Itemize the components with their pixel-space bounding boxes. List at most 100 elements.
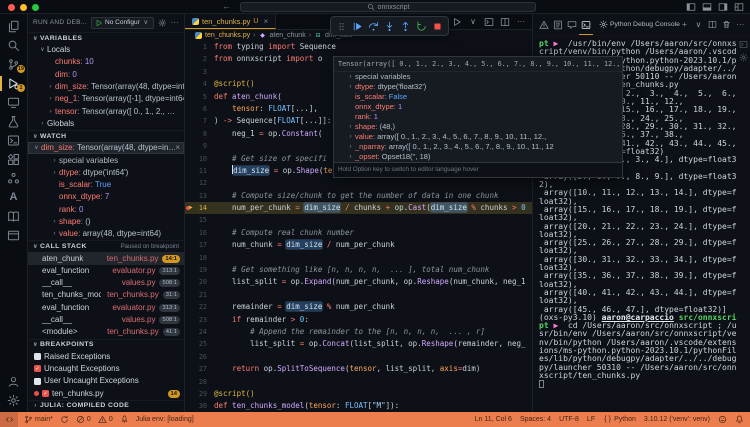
remote-indicator[interactable] — [0, 412, 18, 427]
panel-tab[interactable] — [551, 14, 565, 35]
status-bar-item[interactable] — [120, 415, 129, 424]
variable-row[interactable]: › neg_1 : Tensor(array([-1], dtype=int64… — [28, 93, 184, 105]
tab-ten-chunks[interactable]: ten_chunks.py U × — [185, 14, 276, 29]
breakpoint-checkbox[interactable]: ✓ — [42, 390, 49, 397]
stack-frame-row[interactable]: __call__ values.py 508:1 — [28, 314, 184, 326]
panel-tab[interactable] — [565, 14, 579, 35]
terminal-side-icon[interactable] — [739, 53, 748, 62]
watch-child-row[interactable]: onnx_dtype : 7 — [28, 191, 184, 203]
locals-group[interactable]: ∨ Locals — [28, 44, 184, 56]
status-bar-item[interactable] — [60, 415, 69, 424]
activity-bar-item[interactable] — [0, 169, 27, 188]
code-line[interactable]: 23 if remainder > 0: — [185, 314, 532, 326]
stack-frame-row[interactable]: __call__ values.py 508:1 — [28, 277, 184, 289]
code-line[interactable]: 19 # Get something like [n, n, n, n, ...… — [185, 264, 532, 276]
code-line[interactable]: 18 — [185, 252, 532, 264]
watch-child-row[interactable]: › special variables — [28, 154, 184, 166]
gutter[interactable]: 25 — [185, 338, 207, 350]
back-icon[interactable]: ← — [222, 1, 231, 11]
debug-toolbar-button[interactable] — [352, 21, 363, 32]
layout-toggle-icon[interactable] — [702, 2, 712, 12]
gutter[interactable]: ▶ 14 — [185, 202, 207, 214]
code-line[interactable]: 13 # Compute size/chunk to get the numbe… — [185, 190, 532, 202]
gutter[interactable]: 12 — [185, 177, 207, 189]
panel-action-icon[interactable] — [722, 20, 731, 29]
close-window-button[interactable] — [8, 4, 15, 11]
panel-tab[interactable] — [579, 14, 593, 35]
gear-icon[interactable] — [158, 18, 167, 28]
watch-child-row[interactable]: is_scalar : True — [28, 179, 184, 191]
breakpoint-row[interactable]: ✓ ten_chunks.py 14 — [28, 387, 184, 399]
debug-toolbar-button[interactable] — [416, 21, 427, 32]
gutter[interactable]: 3 — [185, 66, 207, 78]
variable-row[interactable]: › dim_size : Tensor(array(48, dtype=int6… — [28, 81, 184, 93]
code-line[interactable]: 30 def ten_chunks_model(tensor: FLOAT["M… — [185, 400, 532, 412]
hover-property-row[interactable]: › shape : (48,) — [334, 122, 622, 132]
remove-watch-icon[interactable]: × — [175, 142, 184, 154]
status-bar-item[interactable]: 0 — [76, 415, 91, 424]
breakpoint-checkbox[interactable]: ✓ — [34, 365, 41, 372]
status-bar-item[interactable]: UTF-8 — [559, 416, 579, 423]
code-line[interactable]: 15 — [185, 214, 532, 226]
watch-child-row[interactable]: › value : array(48, dtype=int64) — [28, 228, 184, 240]
status-bar-item[interactable]: Ln 11, Col 6 — [475, 416, 512, 423]
gutter[interactable]: 22 — [185, 301, 207, 313]
breakpoint-row[interactable]: User Uncaught Exceptions — [28, 375, 184, 387]
gutter[interactable]: 21 — [185, 289, 207, 301]
debug-toolbar-button[interactable] — [400, 21, 411, 32]
code-line[interactable]: 25 list_split = op.Concat(list_split, op… — [185, 338, 532, 350]
variable-row[interactable]: dim : 0 — [28, 69, 184, 81]
layout-toggle-icon[interactable] — [718, 2, 728, 12]
watch-expression-row[interactable]: ∨ dim_size : Tensor(array(48, dtype=in… … — [28, 142, 184, 154]
debug-toolbar-button[interactable] — [368, 21, 379, 32]
watch-child-row[interactable]: › dtype : dtype('int64') — [28, 167, 184, 179]
watch-child-row[interactable]: rank : 0 — [28, 204, 184, 216]
gutter[interactable]: 19 — [185, 264, 207, 276]
activity-bar-item[interactable] — [0, 93, 27, 112]
hover-property-row[interactable]: › _nparray : array([ 0., 1., 2., 3., 4.,… — [334, 142, 622, 152]
gutter[interactable]: 26 — [185, 351, 207, 363]
layout-toggle-icon[interactable] — [686, 2, 696, 12]
hover-property-row[interactable]: › special variables — [334, 72, 622, 82]
activity-bar-item[interactable] — [0, 112, 27, 131]
code-line[interactable]: 20 list_split = op.Expand(num_per_chunk,… — [185, 276, 532, 288]
watch-header[interactable]: ∨ WATCH — [28, 130, 184, 142]
code-line[interactable]: ▶ 14 num_per_chunk = dim_size / chunks +… — [185, 202, 532, 214]
gutter[interactable]: 9 — [185, 140, 207, 152]
status-bar-item[interactable]: LF — [587, 416, 595, 423]
gutter[interactable]: 28 — [185, 376, 207, 388]
activity-bar-item[interactable] — [0, 150, 27, 169]
editor-action-icon[interactable] — [500, 17, 510, 27]
activity-bar-item[interactable] — [0, 131, 27, 150]
stack-frame-row[interactable]: <module> ten_chunks.py 41:1 — [28, 326, 184, 338]
gutter[interactable]: 2 — [185, 53, 207, 65]
command-center-search[interactable]: onnxscript — [240, 2, 536, 12]
activity-bar-item[interactable] — [0, 17, 27, 36]
close-tab-icon[interactable]: × — [263, 17, 268, 26]
activity-bar-item[interactable]: A — [0, 188, 27, 207]
hover-property-row[interactable]: › _opset : Opset18('', 18) — [334, 152, 622, 162]
call-stack-header[interactable]: ∨ CALL STACK Paused on breakpoint — [28, 240, 184, 252]
stack-frame-row[interactable]: eval_function evaluator.py 313:1 — [28, 302, 184, 314]
status-bar-item[interactable]: { } Python — [603, 415, 636, 424]
minimize-window-button[interactable] — [20, 4, 27, 11]
code-line[interactable]: 21 — [185, 289, 532, 301]
stack-frame-row[interactable]: aten_chunk ten_chunks.py 14:1 — [28, 252, 184, 264]
status-bar-item[interactable] — [735, 415, 744, 424]
gutter[interactable]: 23 — [185, 314, 207, 326]
status-bar-item[interactable] — [718, 415, 727, 424]
status-bar-item[interactable]: 0 — [98, 415, 113, 424]
stack-frame-row[interactable]: ten_chunks_model ten_chunks.py 31:1 — [28, 289, 184, 301]
status-bar-item[interactable]: main* — [24, 415, 53, 424]
watch-child-row[interactable]: › shape : () — [28, 216, 184, 228]
code-line[interactable]: 24 # Append the remainder to the [n, n, … — [185, 326, 532, 338]
traffic-lights[interactable] — [8, 4, 39, 11]
panel-action-icon[interactable]: ∨ — [694, 20, 703, 29]
variable-row[interactable]: chunks : 10 — [28, 56, 184, 68]
editor-action-icon[interactable]: ∨ — [468, 17, 478, 27]
debug-toolbar-button[interactable] — [432, 21, 443, 32]
stack-frame-row[interactable]: eval_function evaluator.py 313:1 — [28, 265, 184, 277]
activity-bar-item[interactable] — [0, 207, 27, 226]
code-line[interactable]: 22 remainder = dim_size % num_per_chunk — [185, 301, 532, 313]
gutter[interactable]: 30 — [185, 400, 207, 412]
